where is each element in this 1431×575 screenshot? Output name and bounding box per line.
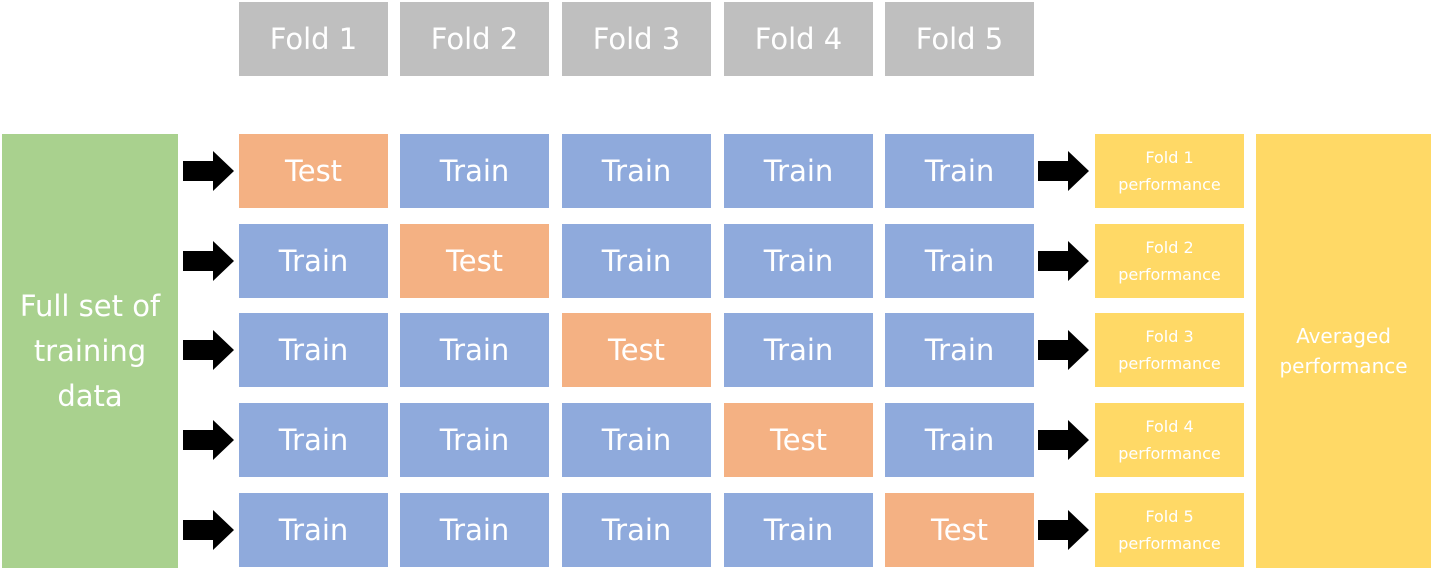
train-cell: Train (562, 403, 711, 477)
arrow-right-icon (183, 241, 234, 281)
fold-header: Fold 2 (400, 2, 549, 76)
train-cell: Train (562, 493, 711, 567)
train-cell: Train (724, 493, 873, 567)
train-cell: Train (885, 134, 1034, 208)
train-cell: Train (400, 134, 549, 208)
test-cell: Test (239, 134, 388, 208)
train-cell: Train (885, 224, 1034, 298)
test-cell: Test (724, 403, 873, 477)
arrow-right-icon (183, 420, 234, 460)
fold-header: Fold 3 (562, 2, 711, 76)
arrow-right-icon (1038, 510, 1089, 550)
fold-performance-box: Fold 1 performance (1095, 134, 1244, 208)
train-cell: Train (239, 313, 388, 387)
fold-header: Fold 1 (239, 2, 388, 76)
train-cell: Train (239, 493, 388, 567)
averaged-performance-box: Averaged performance (1256, 134, 1431, 568)
arrow-right-icon (1038, 151, 1089, 191)
arrow-right-icon (183, 510, 234, 550)
fold-performance-box: Fold 5 performance (1095, 493, 1244, 567)
test-cell: Test (885, 493, 1034, 567)
train-cell: Train (724, 134, 873, 208)
fold-header: Fold 4 (724, 2, 873, 76)
train-cell: Train (400, 313, 549, 387)
fold-performance-box: Fold 3 performance (1095, 313, 1244, 387)
arrow-right-icon (1038, 330, 1089, 370)
train-cell: Train (239, 403, 388, 477)
fold-performance-box: Fold 2 performance (1095, 224, 1244, 298)
train-cell: Train (400, 403, 549, 477)
test-cell: Test (562, 313, 711, 387)
train-cell: Train (885, 403, 1034, 477)
train-cell: Train (562, 134, 711, 208)
train-cell: Train (724, 224, 873, 298)
arrow-right-icon (1038, 420, 1089, 460)
full-set-box: Full set of training data (2, 134, 178, 568)
train-cell: Train (239, 224, 388, 298)
arrow-right-icon (1038, 241, 1089, 281)
fold-performance-box: Fold 4 performance (1095, 403, 1244, 477)
train-cell: Train (724, 313, 873, 387)
train-cell: Train (885, 313, 1034, 387)
arrow-right-icon (183, 330, 234, 370)
train-cell: Train (562, 224, 711, 298)
train-cell: Train (400, 493, 549, 567)
fold-header: Fold 5 (885, 2, 1034, 76)
test-cell: Test (400, 224, 549, 298)
arrow-right-icon (183, 151, 234, 191)
